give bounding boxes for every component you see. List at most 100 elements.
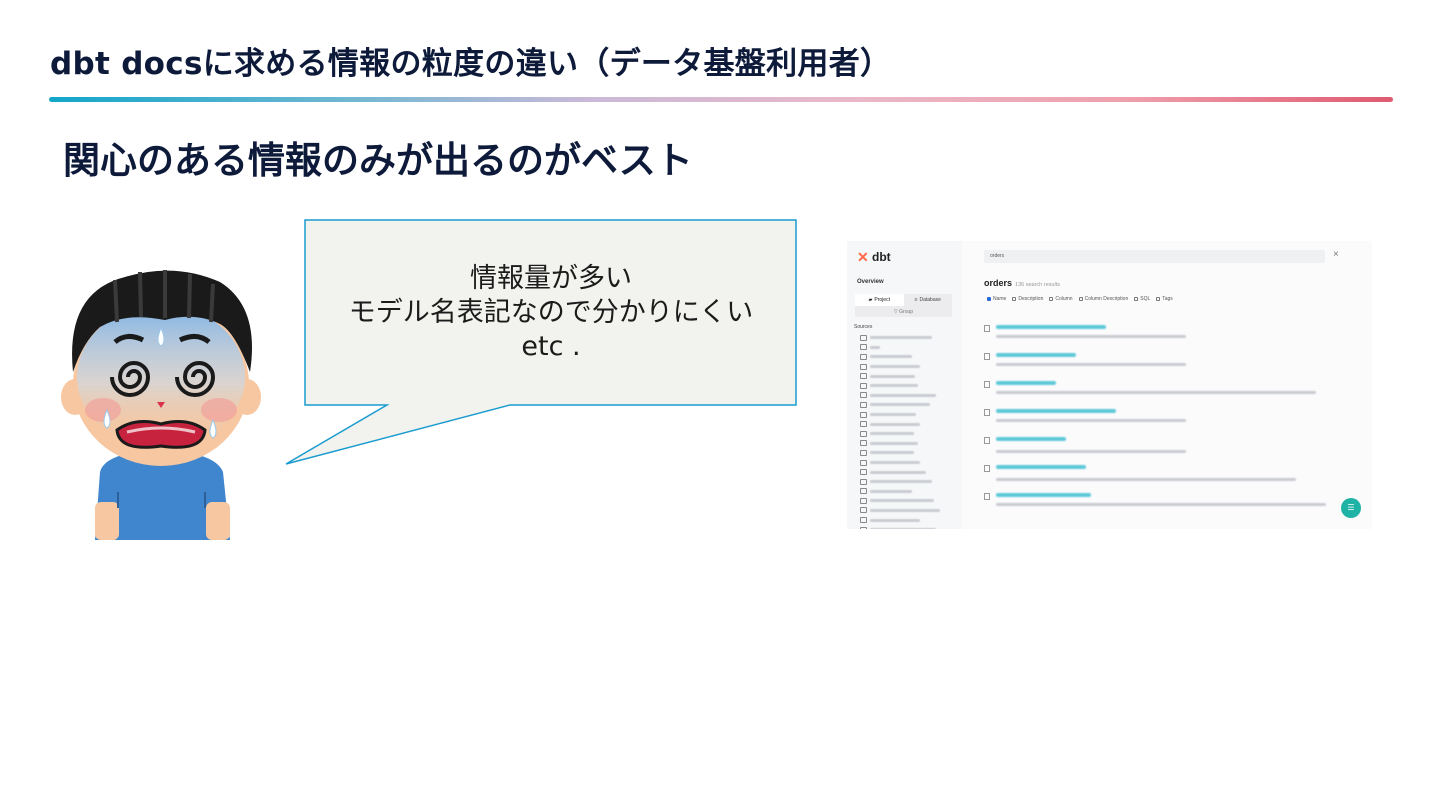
filter-name[interactable]: Name: [987, 296, 1006, 302]
slide-title: dbt docsに求める情報の粒度の違い（データ基盤利用者）: [50, 46, 892, 82]
search-result[interactable]: [984, 490, 1364, 518]
folder-icon: [860, 478, 867, 485]
search-input[interactable]: orders: [984, 250, 1325, 263]
docs-sidebar: ✕ dbt Overview ▰ Project ≡ Database ▽ Gr…: [847, 241, 962, 529]
source-tree-item[interactable]: [860, 352, 955, 362]
folder-icon: [860, 430, 867, 437]
speech-bubble-text: 情報量が多い モデル名表記なので分かりにくい etc .: [306, 262, 796, 364]
sidebar-tabs: ▰ Project ≡ Database: [855, 294, 952, 306]
checkbox[interactable]: [1049, 297, 1054, 301]
dbt-logo-icon: ✕: [857, 249, 869, 265]
confused-person-illustration: [61, 270, 261, 540]
checkbox[interactable]: [1012, 297, 1017, 301]
filter-label: Description: [1018, 296, 1044, 302]
folder-icon: [860, 373, 867, 380]
tab-database-label: Database: [919, 297, 941, 303]
source-tree-item[interactable]: [860, 429, 955, 439]
source-tree-item[interactable]: [860, 371, 955, 381]
bubble-line: etc .: [521, 331, 581, 362]
results-heading: orders 136 search results: [984, 278, 1060, 288]
filter-label: SQL: [1140, 296, 1151, 302]
model-icon: [984, 381, 990, 388]
source-tree-item[interactable]: [860, 525, 955, 529]
list-icon: ☰: [1347, 503, 1355, 512]
filter-sql[interactable]: SQL: [1134, 296, 1150, 302]
folder-icon: [860, 526, 867, 529]
model-icon: [984, 437, 990, 444]
filter-description[interactable]: Description: [1012, 296, 1043, 302]
model-icon: [984, 353, 990, 360]
filter-column[interactable]: Column: [1049, 296, 1073, 302]
bubble-line: モデル名表記なので分かりにくい: [348, 297, 754, 328]
folder-icon: [860, 488, 867, 495]
search-result[interactable]: [984, 350, 1364, 378]
folder-icon: [860, 401, 867, 408]
source-tree-item[interactable]: [860, 362, 955, 372]
source-tree-item[interactable]: [860, 487, 955, 497]
folder-icon: [860, 507, 867, 514]
search-result[interactable]: [984, 378, 1364, 406]
folder-icon: [860, 411, 867, 418]
filter-column-description[interactable]: Column Description: [1078, 296, 1128, 302]
source-tree-item[interactable]: [860, 477, 955, 487]
folder-icon: [860, 517, 867, 524]
checkbox-checked[interactable]: [987, 297, 991, 301]
model-icon: [984, 325, 990, 332]
source-tree-item[interactable]: [860, 400, 955, 410]
tab-database[interactable]: ≡ Database: [903, 294, 952, 306]
filter-label: Tags: [1162, 296, 1173, 302]
folder-icon: [860, 469, 867, 476]
model-icon: [984, 465, 990, 472]
source-tree-item[interactable]: [860, 496, 955, 506]
checkbox[interactable]: [1156, 297, 1161, 301]
source-tree-item[interactable]: [860, 343, 955, 353]
model-icon: [984, 409, 990, 416]
source-tree-item[interactable]: [860, 419, 955, 429]
menu-fab-button[interactable]: ☰: [1341, 498, 1361, 518]
search-result[interactable]: [984, 434, 1364, 462]
folder-icon: [860, 440, 867, 447]
folder-icon: [860, 392, 867, 399]
source-tree-item[interactable]: [860, 333, 955, 343]
folder-icon: [860, 421, 867, 428]
slide-subtitle: 関心のある情報のみが出るのがベスト: [63, 139, 693, 182]
search-results-list: [984, 322, 1364, 518]
filter-label: Column: [1055, 296, 1073, 302]
group-button[interactable]: ▽ Group: [855, 306, 952, 317]
source-tree: [860, 333, 955, 529]
tab-project-label: Project: [874, 297, 890, 303]
folder-icon: ▰: [868, 297, 873, 303]
close-icon[interactable]: ×: [1333, 249, 1339, 260]
source-tree-item[interactable]: [860, 506, 955, 516]
source-tree-item[interactable]: [860, 448, 955, 458]
folder-icon: [860, 353, 867, 360]
source-tree-item[interactable]: [860, 458, 955, 468]
source-tree-item[interactable]: [860, 467, 955, 477]
source-tree-item[interactable]: [860, 410, 955, 420]
dbt-docs-screenshot: ✕ dbt Overview ▰ Project ≡ Database ▽ Gr…: [847, 241, 1372, 529]
sources-heading: Sources: [854, 324, 873, 330]
search-result[interactable]: [984, 322, 1364, 350]
source-tree-item[interactable]: [860, 391, 955, 401]
folder-icon: [860, 363, 867, 370]
results-query: orders: [984, 278, 1013, 288]
folder-icon: [860, 449, 867, 456]
source-tree-item[interactable]: [860, 381, 955, 391]
source-tree-item[interactable]: [860, 439, 955, 449]
search-filters: Name Description Column Column Descripti…: [987, 296, 1173, 302]
model-icon: [984, 493, 990, 500]
dbt-logo: ✕ dbt: [857, 250, 891, 264]
checkbox[interactable]: [1078, 297, 1083, 301]
results-count: 136 search results: [1015, 282, 1060, 288]
checkbox[interactable]: [1134, 297, 1139, 301]
filter-label: Name: [993, 296, 1007, 302]
tab-project[interactable]: ▰ Project: [855, 294, 904, 306]
search-result[interactable]: [984, 406, 1364, 434]
search-result[interactable]: [984, 462, 1364, 490]
source-tree-item[interactable]: [860, 515, 955, 525]
folder-icon: [860, 382, 867, 389]
bubble-line: 情報量が多い: [470, 263, 632, 294]
overview-link[interactable]: Overview: [857, 279, 884, 285]
filter-tags[interactable]: Tags: [1156, 296, 1173, 302]
dbt-logo-text: dbt: [872, 250, 891, 264]
